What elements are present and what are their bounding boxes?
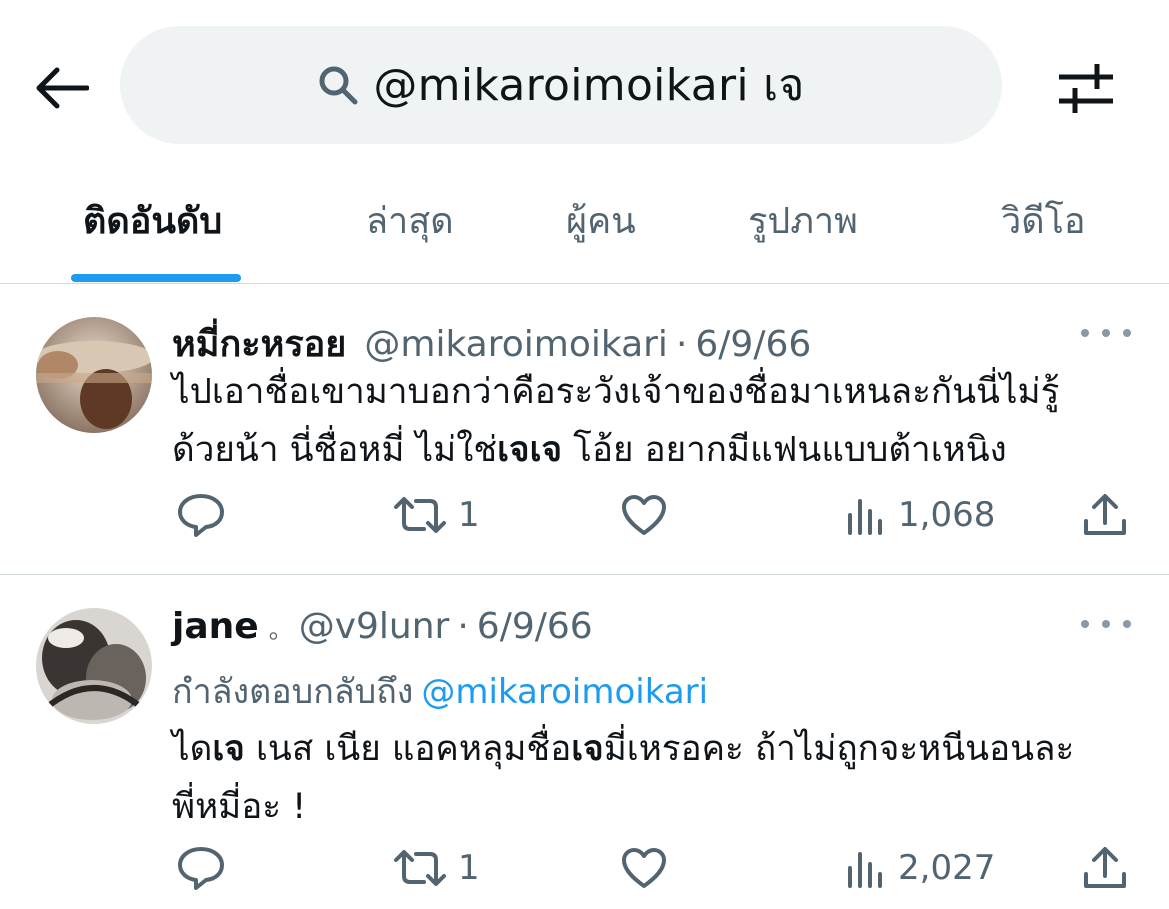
post-text-line: พี่หมี่อะ ! xyxy=(172,787,307,827)
tab-top[interactable]: ติดอันดับ xyxy=(83,192,222,249)
repost-button[interactable]: 1 xyxy=(392,485,480,545)
active-tab-indicator xyxy=(71,274,241,282)
share-icon xyxy=(1084,847,1126,888)
tab-latest[interactable]: ล่าสุด xyxy=(366,192,454,249)
bar-chart-icon xyxy=(848,499,882,535)
post-date[interactable]: 6/9/66 xyxy=(695,324,811,365)
display-name[interactable]: jane xyxy=(172,606,259,647)
repost-icon xyxy=(394,850,446,886)
user-handle[interactable]: @mikaroimoikari xyxy=(364,324,668,365)
reply-button[interactable] xyxy=(176,485,236,545)
separator: · xyxy=(675,324,688,365)
repost-count: 1 xyxy=(458,848,480,888)
share-icon xyxy=(1084,494,1126,535)
post-text: ไดเจ เนส เนีย แอคหลุมชื่อเจมี่เหรอคะ ถ้า… xyxy=(172,720,1122,836)
more-options-button[interactable] xyxy=(1081,321,1131,345)
post-text-line: ไดเจ เนส เนีย แอคหลุมชื่อเจมี่เหรอคะ ถ้า… xyxy=(172,729,1075,769)
post-text-line: ด้วยน้า นี่ชื่อหมี่ ไม่ใช่เจเจ โอ้ย อยาก… xyxy=(172,430,1007,470)
highlighted-term: เจ xyxy=(571,729,604,769)
view-count: 2,027 xyxy=(898,848,996,888)
tab-people[interactable]: ผู้คน xyxy=(566,192,636,249)
back-button[interactable] xyxy=(30,62,92,114)
user-handle[interactable]: @v9lunr xyxy=(299,606,450,647)
replying-to: กำลังตอบกลับถึง @mikaroimoikari xyxy=(172,664,708,718)
arrow-left-icon xyxy=(36,67,89,109)
share-button[interactable] xyxy=(1082,485,1128,545)
speech-bubble-icon xyxy=(178,494,224,537)
bar-chart-icon xyxy=(848,852,882,888)
post-text-line: ไปเอาชื่อเขามาบอกว่าคือระวังเจ้าของชื่อม… xyxy=(172,372,1060,412)
share-button[interactable] xyxy=(1082,838,1128,898)
repost-count: 1 xyxy=(458,495,480,535)
post-actions: 1 1,068 xyxy=(172,485,1132,545)
sliders-icon xyxy=(1059,64,1113,113)
replying-to-label: กำลังตอบกลับถึง xyxy=(172,672,414,712)
search-input[interactable]: @mikaroimoikari เจ xyxy=(120,26,1002,144)
highlighted-term: เจ xyxy=(212,729,245,769)
search-query: @mikaroimoikari เจ xyxy=(373,60,805,111)
filter-button[interactable] xyxy=(1052,58,1120,118)
views-button[interactable]: 2,027 xyxy=(844,838,995,898)
heart-icon xyxy=(622,848,666,888)
more-dots-icon xyxy=(1081,329,1089,337)
post[interactable]: หมี่กะหรอย @mikaroimoikari · 6/9/66 ไปเอ… xyxy=(0,285,1169,575)
post-actions: 1 2,027 xyxy=(172,838,1132,898)
reply-button[interactable] xyxy=(176,838,236,898)
speech-bubble-icon xyxy=(178,847,224,890)
repost-icon xyxy=(394,497,446,533)
like-button[interactable] xyxy=(620,485,678,545)
separator: · xyxy=(457,606,469,647)
search-results-screen: @mikaroimoikari เจ ติดอันดับ ล่าสุด ผู้ค… xyxy=(0,0,1169,909)
like-button[interactable] xyxy=(620,838,678,898)
display-name-suffix: 。 xyxy=(268,616,293,644)
heart-icon xyxy=(622,495,666,535)
reply-mention-link[interactable]: @mikaroimoikari xyxy=(421,672,708,712)
search-icon xyxy=(319,66,358,105)
top-bar: @mikaroimoikari เจ xyxy=(0,0,1169,150)
view-count: 1,068 xyxy=(898,495,996,535)
more-dots-icon xyxy=(1081,620,1089,628)
highlighted-term: เจเจ xyxy=(497,430,563,470)
post-header: jane 。 @v9lunr · 6/9/66 xyxy=(172,606,593,647)
post[interactable]: jane 。 @v9lunr · 6/9/66 กำลังตอบกลับถึง @… xyxy=(0,576,1169,909)
tab-media[interactable]: รูปภาพ xyxy=(748,192,858,249)
avatar[interactable] xyxy=(36,608,152,724)
post-date[interactable]: 6/9/66 xyxy=(477,606,593,647)
avatar[interactable] xyxy=(36,317,152,433)
views-button[interactable]: 1,068 xyxy=(844,485,995,545)
tab-videos[interactable]: วิดีโอ xyxy=(1001,192,1086,249)
more-options-button[interactable] xyxy=(1081,612,1131,636)
post-text: ไปเอาชื่อเขามาบอกว่าคือระวังเจ้าของชื่อม… xyxy=(172,363,1122,479)
repost-button[interactable]: 1 xyxy=(392,838,480,898)
search-tabs: ติดอันดับ ล่าสุด ผู้คน รูปภาพ วิดีโอ xyxy=(0,160,1169,284)
